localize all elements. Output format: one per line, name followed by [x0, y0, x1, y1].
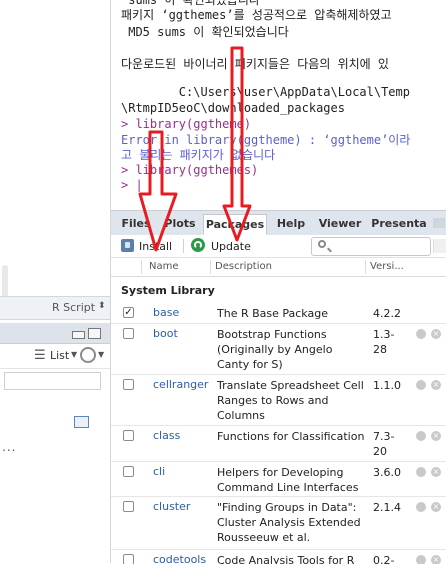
- annotation-arrow-down-icon: [222, 46, 252, 242]
- package-name-link[interactable]: cluster: [153, 500, 190, 513]
- more-indicator: ...: [2, 440, 17, 454]
- package-version: 0.2-: [373, 554, 395, 564]
- package-search-input[interactable]: [311, 237, 431, 256]
- tab-presentation[interactable]: Presenta: [369, 214, 429, 235]
- package-name-link[interactable]: base: [153, 306, 179, 319]
- scrollbar[interactable]: [433, 239, 446, 253]
- package-version: 1.3-28: [373, 328, 395, 356]
- console-line: C:\Users\user\AppData\Local\Temp: [121, 85, 410, 99]
- package-row: cli Helpers for Developing Command Line …: [111, 462, 446, 497]
- package-checkbox[interactable]: [123, 328, 134, 339]
- console-line: MD5 sums 이 확인되었습니다: [121, 25, 289, 39]
- install-icon: [121, 239, 134, 252]
- editor-status-bar: R Script ⬍: [0, 296, 110, 320]
- column-divider: [365, 260, 366, 274]
- toolbar-divider: [183, 239, 184, 253]
- package-version: 3.6.0: [373, 466, 401, 479]
- library-group-label: System Library: [121, 284, 215, 297]
- package-description: The R Base Package: [217, 307, 328, 320]
- chevron-down-icon[interactable]: ⬍: [98, 301, 106, 311]
- package-row: class Functions for Classification 7.3-2…: [111, 426, 446, 462]
- package-table-header: Name Description Versi...: [111, 258, 446, 277]
- maximize-pane-icon[interactable]: [88, 328, 101, 339]
- refresh-icon[interactable]: [80, 347, 96, 363]
- environment-pane-header: [0, 323, 110, 344]
- view-mode-select[interactable]: List: [50, 349, 69, 362]
- package-row: boot Bootstrap Functions (Originally by …: [111, 324, 446, 375]
- left-pane: R Script ⬍ ☰ List ▼ ▼ ...: [0, 0, 111, 563]
- script-type-label[interactable]: R Script: [52, 301, 95, 314]
- annotation-arrow-down-icon: [138, 130, 178, 252]
- package-checkbox[interactable]: [123, 501, 134, 512]
- column-header-description[interactable]: Description: [215, 261, 272, 272]
- remove-package-icon[interactable]: ×: [431, 502, 441, 512]
- search-icon: [318, 240, 326, 248]
- environment-toolbar: ☰ List ▼ ▼: [0, 344, 110, 369]
- globe-icon[interactable]: [416, 502, 426, 512]
- remove-package-icon[interactable]: ×: [431, 431, 441, 441]
- console-line: sums 이 확인되었습니다: [121, 0, 260, 7]
- chevron-down-icon[interactable]: ▼: [71, 350, 77, 359]
- package-description: Bootstrap Functions (Originally by Angel…: [217, 328, 333, 371]
- table-icon[interactable]: [74, 416, 89, 428]
- globe-icon[interactable]: [416, 380, 426, 390]
- package-description: Translate Spreadsheet Cell Ranges to Row…: [217, 379, 364, 422]
- package-checkbox[interactable]: [123, 379, 134, 390]
- globe-icon[interactable]: [416, 467, 426, 477]
- package-description: Code Analysis Tools for R: [217, 554, 355, 564]
- package-name-link[interactable]: cellranger: [153, 378, 208, 391]
- globe-icon[interactable]: [416, 329, 426, 339]
- minimize-pane-icon[interactable]: [72, 331, 85, 339]
- column-divider: [141, 260, 142, 274]
- package-row: codetools Code Analysis Tools for R 0.2-…: [111, 550, 446, 564]
- chevron-down-icon[interactable]: ▼: [98, 350, 104, 359]
- column-header-name[interactable]: Name: [149, 261, 179, 272]
- annotation-arrow-shape: [222, 46, 252, 242]
- list-view-icon[interactable]: ☰: [34, 348, 46, 363]
- remove-package-icon[interactable]: ×: [431, 467, 441, 477]
- console-line: 다운로드된 바이너리 패키지들은 다음의 위치에 있: [121, 57, 389, 71]
- package-name-link[interactable]: class: [153, 429, 180, 442]
- package-name-link[interactable]: boot: [153, 327, 178, 340]
- annotation-arrow-shape: [138, 130, 178, 252]
- package-checkbox[interactable]: [123, 466, 134, 477]
- package-row: cluster "Finding Groups in Data": Cluste…: [111, 497, 446, 550]
- tab-help[interactable]: Help: [271, 214, 311, 235]
- column-divider: [210, 260, 211, 274]
- package-description: Helpers for Developing Command Line Inte…: [217, 466, 359, 494]
- package-checkbox[interactable]: [123, 430, 134, 441]
- package-version: 2.1.4: [373, 501, 401, 514]
- column-header-version[interactable]: Versi...: [370, 261, 404, 272]
- package-version: 7.3-20: [373, 430, 395, 458]
- package-row: cellranger Translate Spreadsheet Cell Ra…: [111, 375, 446, 426]
- environment-search-input[interactable]: [4, 372, 101, 390]
- update-icon: [191, 238, 205, 252]
- packages-pane: Files Plots Packages Help Viewer Present…: [111, 210, 446, 564]
- console-line: 패키지 ‘ggthemes’를 성공적으로 압축해제하였고: [121, 8, 392, 22]
- package-checkbox[interactable]: ✓: [123, 307, 134, 318]
- package-version: 1.1.0: [373, 379, 401, 392]
- tab-overflow-button[interactable]: [433, 218, 445, 228]
- package-description: "Finding Groups in Data": Cluster Analys…: [217, 501, 361, 544]
- package-name-link[interactable]: cli: [153, 465, 165, 478]
- package-row: ✓ base The R Base Package 4.2.2: [111, 303, 446, 324]
- remove-package-icon[interactable]: ×: [431, 380, 441, 390]
- package-name-link[interactable]: codetools: [153, 553, 206, 564]
- globe-icon[interactable]: [416, 431, 426, 441]
- package-description: Functions for Classification: [217, 430, 365, 443]
- package-version: 4.2.2: [373, 307, 401, 320]
- tab-viewer[interactable]: Viewer: [317, 214, 363, 235]
- remove-package-icon[interactable]: ×: [431, 329, 441, 339]
